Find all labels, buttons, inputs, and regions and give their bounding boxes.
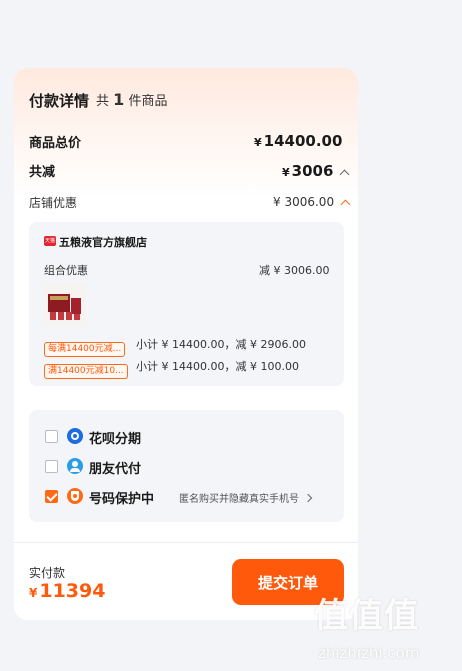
product-thumbnail[interactable] [44, 284, 86, 326]
friend-pay-icon [67, 458, 83, 474]
watermark-url: zhizhizhi.com [318, 644, 420, 662]
goods-total-value: 14400.00 [263, 132, 343, 150]
huabei-icon [67, 428, 83, 444]
item-count-suffix: 件商品 [128, 94, 168, 109]
paid-label: 实付款 [29, 566, 66, 580]
payment-details-panel: 付款详情 共 1 件商品 商品总价 ¥14400.00 共减 ¥3006 店铺优… [14, 68, 358, 620]
goods-total-currency: ¥ [254, 136, 262, 149]
number-protection-label[interactable]: 号码保护中 [89, 488, 154, 507]
goods-total-price: ¥14400.00 [254, 132, 342, 150]
paid-currency: ¥ [29, 586, 38, 600]
item-count-prefix: 共 [96, 94, 110, 109]
shop-discount-card: 天猫 五粮液官方旗舰店 组合优惠 减 ¥ 3006.00 每满14400元减..… [29, 222, 344, 386]
chevron-up-icon [340, 199, 351, 210]
chevron-up-icon [339, 169, 350, 180]
discount-value: 3006 [291, 162, 334, 180]
discount-label: 共减 [29, 165, 56, 180]
goods-total-label: 商品总价 [29, 136, 82, 151]
discount-toggle[interactable]: ¥3006 [282, 162, 350, 180]
payment-options-card: 花呗分期 朋友代付 号码保护中 匿名购买并隐藏真实手机号 [29, 410, 344, 522]
friend-pay-label[interactable]: 朋友代付 [89, 458, 141, 477]
paid-value: 11394 [39, 580, 106, 602]
huabei-checkbox[interactable] [45, 430, 58, 443]
promo-row: 每满14400元减... [44, 336, 126, 357]
number-protection-desc: 匿名购买并隐藏真实手机号 [179, 494, 299, 505]
panel-title: 付款详情 [29, 92, 90, 110]
promo-tag[interactable]: 每满14400元减... [44, 342, 126, 357]
huabei-label[interactable]: 花呗分期 [89, 428, 141, 447]
shop-name[interactable]: 五粮液官方旗舰店 [59, 234, 147, 250]
baijiu-gift-box-image [44, 284, 86, 326]
discount-currency: ¥ [282, 166, 290, 179]
tmall-badge-icon: 天猫 [44, 236, 56, 246]
shop-discount-label: 店铺优惠 [29, 196, 78, 210]
item-count-value: 1 [113, 90, 125, 109]
combo-discount-label: 组合优惠 [44, 264, 88, 277]
number-protection-checkbox[interactable] [45, 490, 58, 503]
number-protection-info[interactable]: 匿名购买并隐藏真实手机号 [179, 490, 313, 505]
shield-icon [67, 488, 83, 504]
item-count: 共 1 件商品 [96, 90, 167, 109]
promo-row: 满14400元减10... [44, 358, 128, 379]
watermark-logo: 值值值 [314, 596, 419, 636]
shop-discount-toggle[interactable]: ¥ 3006.00 [273, 195, 351, 210]
combo-discount-value: 减 ¥ 3006.00 [259, 264, 330, 277]
promo-tag[interactable]: 满14400元减10... [44, 364, 128, 379]
promo-detail: 小计 ¥ 14400.00，减 ¥ 2906.00 [136, 338, 306, 351]
paid-amount: ¥11394 [29, 580, 105, 602]
shop-discount-value: ¥ 3006.00 [273, 195, 335, 209]
promo-detail: 小计 ¥ 14400.00，减 ¥ 100.00 [136, 360, 299, 373]
footer-divider [14, 542, 358, 543]
chevron-right-icon [303, 493, 313, 503]
friend-pay-checkbox[interactable] [45, 460, 58, 473]
